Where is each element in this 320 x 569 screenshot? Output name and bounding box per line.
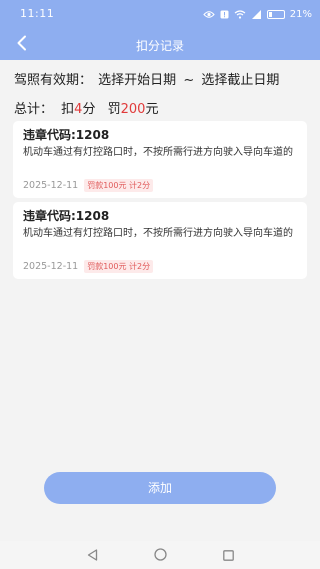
wifi-icon	[234, 9, 246, 19]
fine-unit: 元	[145, 102, 159, 117]
nav-recents-button[interactable]	[221, 548, 235, 562]
system-nav-bar	[0, 541, 320, 569]
status-icons: 21%	[203, 7, 312, 21]
record-meta: 2025-12-11 罚款100元 计2分	[23, 178, 297, 192]
square-recents-icon	[222, 546, 234, 565]
date-range-separator: ~	[183, 73, 195, 88]
penalty-badge: 罚款100元 计2分	[84, 178, 154, 192]
validity-label: 驾照有效期：	[14, 73, 93, 88]
total-fine-value: 200	[120, 102, 146, 117]
record-card[interactable]: 违章代码:1208 机动车通过有灯控路口时，不按所需行进方向驶入导向车道的 20…	[13, 121, 307, 198]
record-date: 2025-12-11	[23, 179, 79, 191]
end-date-picker[interactable]: 选择截止日期	[201, 69, 279, 88]
start-date-picker[interactable]: 选择开始日期	[98, 69, 176, 88]
violation-code: 违章代码:1208	[23, 209, 110, 223]
record-date: 2025-12-11	[23, 260, 79, 272]
eye-icon	[203, 10, 215, 19]
battery-percent: 21%	[289, 8, 312, 20]
nav-back-button[interactable]	[85, 548, 99, 562]
record-card[interactable]: 违章代码:1208 机动车通过有灯控路口时，不按所需行进方向驶入导向车道的 20…	[13, 202, 307, 279]
page-title: 扣分记录	[135, 39, 184, 53]
battery-level	[268, 11, 272, 17]
total-label: 总计：	[14, 102, 54, 117]
total-points-value: 4	[74, 102, 83, 117]
app-bar: 扣分记录	[0, 30, 320, 60]
triangle-back-icon	[87, 546, 98, 565]
violation-description: 机动车通过有灯控路口时，不按所需行进方向驶入导向车道的	[23, 228, 293, 239]
fine-prefix: 罚	[107, 102, 121, 117]
notification-icon	[220, 10, 229, 19]
circle-home-icon	[153, 546, 167, 565]
signal-icon	[251, 9, 262, 19]
points-prefix: 扣	[61, 102, 75, 117]
add-button[interactable]: 添加	[44, 472, 276, 504]
record-meta: 2025-12-11 罚款100元 计2分	[23, 259, 297, 273]
validity-filter: 驾照有效期： 选择开始日期 ~ 选择截止日期	[14, 69, 314, 88]
status-time: 11:11	[20, 7, 55, 20]
nav-home-button[interactable]	[153, 546, 167, 565]
violation-description: 机动车通过有灯控路口时，不按所需行进方向驶入导向车道的	[23, 147, 293, 158]
battery-icon	[266, 9, 285, 19]
violation-code: 违章代码:1208	[23, 128, 110, 142]
points-unit: 分	[82, 102, 96, 117]
status-bar: 11:11 21%	[0, 0, 320, 30]
penalty-badge: 罚款100元 计2分	[84, 259, 154, 273]
total-summary: 总计： 扣4分 罚200元	[14, 98, 158, 117]
